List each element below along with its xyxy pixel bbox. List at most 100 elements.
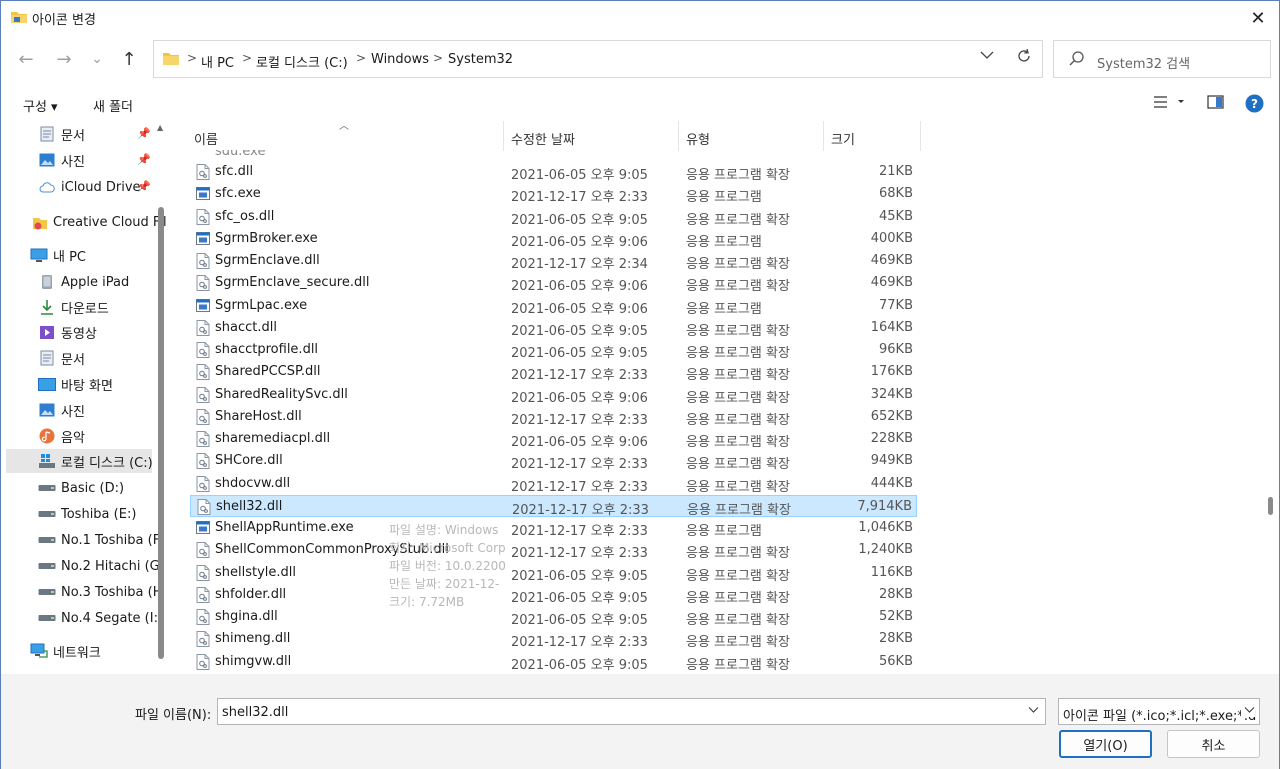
file-row[interactable]: shfolder.dll 2021-06-05 오후 9:05 응용 프로그램 확장…: [190, 584, 917, 606]
file-size: 56KB: [879, 653, 913, 669]
help-button[interactable]: ?: [1245, 94, 1264, 117]
refresh-button[interactable]: [1016, 48, 1032, 69]
breadcrumb-my-pc[interactable]: 내 PC: [201, 52, 234, 71]
file-modified-date: 2021-12-17 오후 2:33: [511, 412, 648, 428]
file-row[interactable]: SHCore.dll 2021-12-17 오후 2:33 응용 프로그램 확장 94…: [190, 450, 917, 472]
file-row[interactable]: ShellAppRuntime.exe 2021-12-17 오후 2:33 응용 …: [190, 517, 917, 539]
filetype-dropdown-button[interactable]: [1241, 704, 1255, 717]
column-divider[interactable]: [503, 121, 504, 151]
sidebar-item-label: No.2 Hitachi (G:: [61, 558, 165, 574]
sidebar-item-icloud-drive[interactable]: iCloud Drive 📌: [38, 175, 153, 199]
sidebar-item-my-pc[interactable]: 내 PC: [30, 243, 155, 267]
file-modified-date: 2021-12-17 오후 2:33: [511, 524, 648, 539]
partial-file-row[interactable]: sdu.exe: [215, 150, 265, 159]
desktop-icon: [38, 376, 56, 392]
column-divider[interactable]: [823, 121, 824, 151]
file-row[interactable]: SgrmBroker.exe 2021-06-05 오후 9:06 응용 프로그램 4…: [190, 228, 917, 250]
sidebar-item-desktop[interactable]: 바탕 화면: [38, 372, 155, 396]
sidebar-item-local-disk-c[interactable]: 로컬 디스크 (C:): [6, 449, 153, 473]
file-name: SHCore.dll: [215, 453, 283, 469]
sidebar-item-downloads[interactable]: 다운로드: [38, 295, 155, 319]
file-list-scrollbar[interactable]: [1267, 121, 1275, 674]
filename-dropdown-button[interactable]: [1028, 704, 1039, 717]
file-row[interactable]: SharedPCCSP.dll 2021-12-17 오후 2:33 응용 프로그램…: [190, 361, 917, 383]
file-type: 응용 프로그램 확장: [686, 657, 790, 673]
search-input[interactable]: System32 검색: [1097, 53, 1190, 72]
dll-file-icon: [196, 208, 210, 225]
sidebar-item-apple-ipad[interactable]: Apple iPad: [38, 270, 155, 294]
scroll-up-icon[interactable]: ▲: [157, 123, 163, 132]
sidebar-item-creative-cloud[interactable]: Creative Cloud Fil: [32, 210, 167, 234]
file-row[interactable]: shell32.dll 2021-12-17 오후 2:33 응용 프로그램 확장 7…: [190, 494, 917, 518]
file-row[interactable]: ShareHost.dll 2021-12-17 오후 2:33 응용 프로그램 확…: [190, 406, 917, 428]
dll-file-icon: [197, 498, 211, 515]
file-row[interactable]: sfc.dll 2021-06-05 오후 9:05 응용 프로그램 확장 21KB: [190, 161, 917, 183]
up-button[interactable]: ↑: [117, 47, 141, 71]
sidebar-item-drive-i[interactable]: No.4 Segate (I:): [38, 606, 163, 630]
filetype-select[interactable]: 아이콘 파일 (*.ico;*.icl;*.exe;*.d: [1058, 698, 1260, 725]
sidebar-item-music[interactable]: 음악: [38, 424, 155, 448]
search-icon: [1069, 51, 1084, 66]
column-divider[interactable]: [678, 121, 679, 151]
column-header-type[interactable]: 유형: [686, 121, 710, 149]
column-divider[interactable]: [920, 121, 921, 151]
file-row[interactable]: SgrmLpac.exe 2021-06-05 오후 9:06 응용 프로그램 77K…: [190, 295, 917, 317]
file-row[interactable]: sfc.exe 2021-12-17 오후 2:33 응용 프로그램 68KB: [190, 183, 917, 205]
filename-field[interactable]: shell32.dll: [217, 698, 1046, 725]
sidebar-item-label: 사진: [61, 404, 85, 420]
open-button[interactable]: 열기(O): [1059, 730, 1152, 758]
back-arrow-icon: ←: [18, 48, 34, 70]
forward-button[interactable]: →: [52, 47, 76, 71]
column-header-name[interactable]: 이름: [194, 121, 218, 149]
file-row[interactable]: SgrmEnclave_secure.dll 2021-06-05 오후 9:06…: [190, 272, 917, 294]
navigation-scrollbar[interactable]: ▲: [157, 123, 165, 663]
address-bar[interactable]: > 내 PC > 로컬 디스크 (C:) > Windows > System3…: [153, 40, 1043, 78]
close-icon: ✕: [1250, 7, 1266, 29]
recent-locations-button[interactable]: ⌄: [85, 47, 109, 71]
file-row[interactable]: sfc_os.dll 2021-06-05 오후 9:05 응용 프로그램 확장 45…: [190, 206, 917, 228]
file-row[interactable]: shimeng.dll 2021-12-17 오후 2:33 응용 프로그램 확장 2…: [190, 628, 917, 650]
close-button[interactable]: ✕: [1245, 5, 1271, 31]
file-row[interactable]: SgrmEnclave.dll 2021-12-17 오후 2:34 응용 프로그램…: [190, 250, 917, 272]
sidebar-item-drive-h[interactable]: No.3 Toshiba (H: [38, 580, 163, 604]
address-dropdown-button[interactable]: [980, 49, 994, 64]
breadcrumb-windows[interactable]: Windows: [371, 52, 429, 67]
sidebar-item-network[interactable]: 네트워크: [30, 639, 155, 663]
file-row[interactable]: SharedRealitySvc.dll 2021-06-05 오후 9:06 응용…: [190, 384, 917, 406]
breadcrumb-system32[interactable]: System32: [448, 52, 513, 67]
file-row[interactable]: shellstyle.dll 2021-06-05 오후 9:05 응용 프로그램 …: [190, 562, 917, 584]
file-row[interactable]: shimgvw.dll 2021-06-05 오후 9:05 응용 프로그램 확장 5…: [190, 651, 917, 673]
file-row[interactable]: shacctprofile.dll 2021-06-05 오후 9:05 응용 프로…: [190, 339, 917, 361]
sidebar-item-pictures-pinned[interactable]: 사진 📌: [38, 148, 153, 172]
file-row[interactable]: shacct.dll 2021-06-05 오후 9:05 응용 프로그램 확장 16…: [190, 317, 917, 339]
back-button[interactable]: ←: [14, 47, 38, 71]
sidebar-item-pictures[interactable]: 사진: [38, 398, 155, 422]
file-modified-date: 2021-06-05 오후 9:05: [511, 590, 648, 606]
search-box[interactable]: System32 검색: [1053, 40, 1271, 78]
sidebar-item-videos[interactable]: 동영상: [38, 320, 155, 344]
file-modified-date: 2021-06-05 오후 9:06: [511, 435, 648, 450]
file-row[interactable]: sharemediacpl.dll 2021-06-05 오후 9:06 응용 프로…: [190, 428, 917, 450]
sidebar-item-drive-d[interactable]: Basic (D:): [38, 476, 155, 500]
open-button-label: 열기(O): [1083, 738, 1128, 754]
sidebar-item-documents-pinned[interactable]: 문서 📌: [38, 122, 153, 146]
scrollbar-thumb[interactable]: [1268, 497, 1273, 515]
file-row[interactable]: shgina.dll 2021-06-05 오후 9:05 응용 프로그램 확장 52…: [190, 606, 917, 628]
sidebar-item-documents[interactable]: 문서: [38, 346, 155, 370]
view-options-button[interactable]: [1153, 94, 1187, 114]
file-row[interactable]: ShellCommonCommonProxyStub.dll 2021-12-17…: [190, 539, 917, 561]
filename-input[interactable]: shell32.dll: [222, 705, 288, 720]
sidebar-item-drive-f[interactable]: No.1 Toshiba (F: [38, 528, 160, 552]
file-row[interactable]: shdocvw.dll 2021-12-17 오후 2:33 응용 프로그램 확장 4…: [190, 473, 917, 495]
organize-menu[interactable]: 구성 ▾: [23, 96, 58, 115]
column-header-size[interactable]: 크기: [831, 121, 855, 149]
sidebar-item-drive-e[interactable]: Toshiba (E:): [38, 502, 155, 526]
preview-pane-button[interactable]: [1207, 94, 1225, 114]
column-header-date[interactable]: 수정한 날짜: [511, 121, 575, 149]
scrollbar-thumb[interactable]: [158, 207, 164, 659]
breadcrumb-local-disk[interactable]: 로컬 디스크 (C:): [256, 52, 348, 71]
cancel-button[interactable]: 취소: [1167, 730, 1260, 758]
new-folder-button[interactable]: 새 폴더: [93, 96, 133, 115]
sidebar-item-drive-g[interactable]: No.2 Hitachi (G:: [38, 554, 164, 578]
pc-icon: [30, 247, 48, 263]
